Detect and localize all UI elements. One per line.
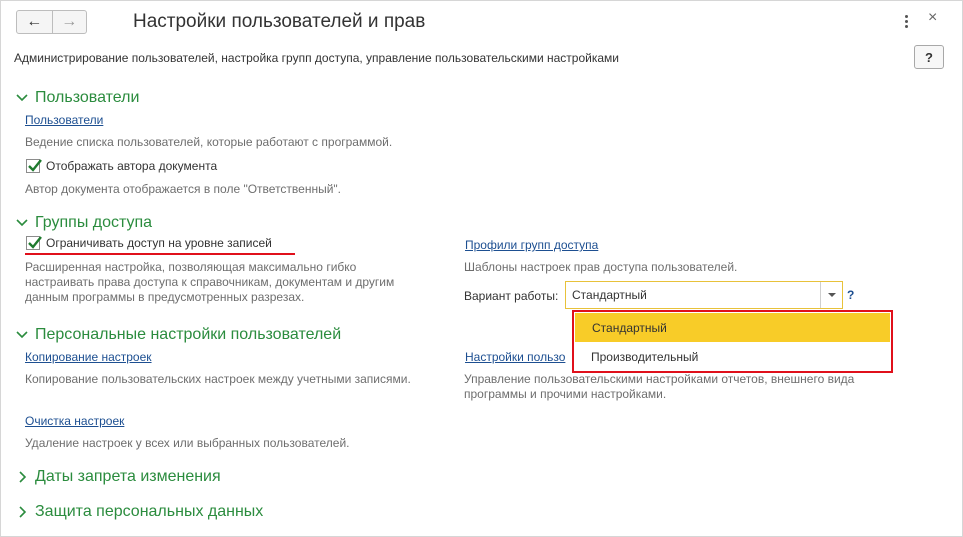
restrict-access-description: Расширенная настройка, позволяющая макси… xyxy=(25,260,395,304)
variant-help-link[interactable]: ? xyxy=(847,288,854,302)
user-settings-link[interactable]: Настройки пользо xyxy=(465,350,565,364)
access-profiles-description: Шаблоны настроек прав доступа пользовате… xyxy=(464,260,738,274)
section-users-header[interactable]: Пользователи xyxy=(15,89,139,107)
section-users-title: Пользователи xyxy=(35,89,140,106)
chevron-down-icon xyxy=(15,216,29,230)
access-profiles-link[interactable]: Профили групп доступа xyxy=(465,238,598,252)
nav-buttons: ← → xyxy=(16,10,87,34)
highlight-underline xyxy=(25,253,295,255)
variant-label: Вариант работы: xyxy=(464,289,559,303)
section-access-groups-header[interactable]: Группы доступа xyxy=(15,214,152,232)
section-personal-data-header[interactable]: Защита персональных данных xyxy=(15,503,263,521)
variant-select[interactable]: Стандартный xyxy=(565,281,843,309)
section-access-groups-title: Группы доступа xyxy=(35,214,153,231)
variant-select-value: Стандартный xyxy=(572,288,647,302)
arrow-right-icon: → xyxy=(61,13,78,30)
user-settings-description: Управление пользовательскими настройками… xyxy=(464,372,855,401)
clear-settings-link[interactable]: Очистка настроек xyxy=(25,414,124,428)
show-author-checkbox[interactable] xyxy=(26,159,42,173)
forward-button[interactable]: → xyxy=(51,11,87,33)
chevron-down-icon xyxy=(15,91,29,105)
chevron-right-icon xyxy=(15,470,29,484)
show-author-label: Отображать автора документа xyxy=(46,159,218,173)
page-title: Настройки пользователей и прав xyxy=(133,11,426,32)
dropdown-arrow-icon[interactable] xyxy=(820,282,842,308)
section-personal-settings-title: Персональные настройки пользователей xyxy=(35,326,342,343)
close-button[interactable]: × xyxy=(928,9,937,27)
restrict-access-label: Ограничивать доступ на уровне записей xyxy=(46,236,272,250)
more-dot-icon xyxy=(904,24,908,28)
show-author-row: Отображать автора документа xyxy=(26,159,217,173)
variant-option-standard[interactable]: Стандартный xyxy=(575,313,890,342)
chevron-down-icon xyxy=(15,328,29,342)
restrict-access-row: Ограничивать доступ на уровне записей xyxy=(26,236,272,250)
more-menu-button[interactable] xyxy=(900,10,912,32)
clear-settings-description: Удаление настроек у всех или выбранных п… xyxy=(25,436,350,450)
chevron-right-icon xyxy=(15,505,29,519)
restrict-access-checkbox[interactable] xyxy=(26,236,42,250)
section-change-dates-title: Даты запрета изменения xyxy=(35,468,221,485)
users-link[interactable]: Пользователи xyxy=(25,113,103,127)
section-personal-data-title: Защита персональных данных xyxy=(35,503,264,520)
back-button[interactable]: ← xyxy=(17,11,52,33)
arrow-left-icon: ← xyxy=(26,13,43,30)
more-dot-icon xyxy=(904,19,908,23)
variant-option-performance[interactable]: Производительный xyxy=(574,342,891,371)
copy-settings-description: Копирование пользовательских настроек ме… xyxy=(25,372,411,386)
help-button[interactable]: ? xyxy=(914,45,944,69)
show-author-description: Автор документа отображается в поле "Отв… xyxy=(25,182,342,196)
more-dot-icon xyxy=(904,14,908,18)
copy-settings-link[interactable]: Копирование настроек xyxy=(25,350,152,364)
settings-window: ← → Настройки пользователей и прав × Адм… xyxy=(0,0,963,537)
variant-dropdown-list: Стандартный Производительный xyxy=(572,310,893,373)
section-change-dates-header[interactable]: Даты запрета изменения xyxy=(15,468,221,486)
users-link-description: Ведение списка пользователей, которые ра… xyxy=(25,135,393,149)
section-personal-settings-header[interactable]: Персональные настройки пользователей xyxy=(15,326,341,344)
page-description: Администрирование пользователей, настрой… xyxy=(14,51,619,65)
